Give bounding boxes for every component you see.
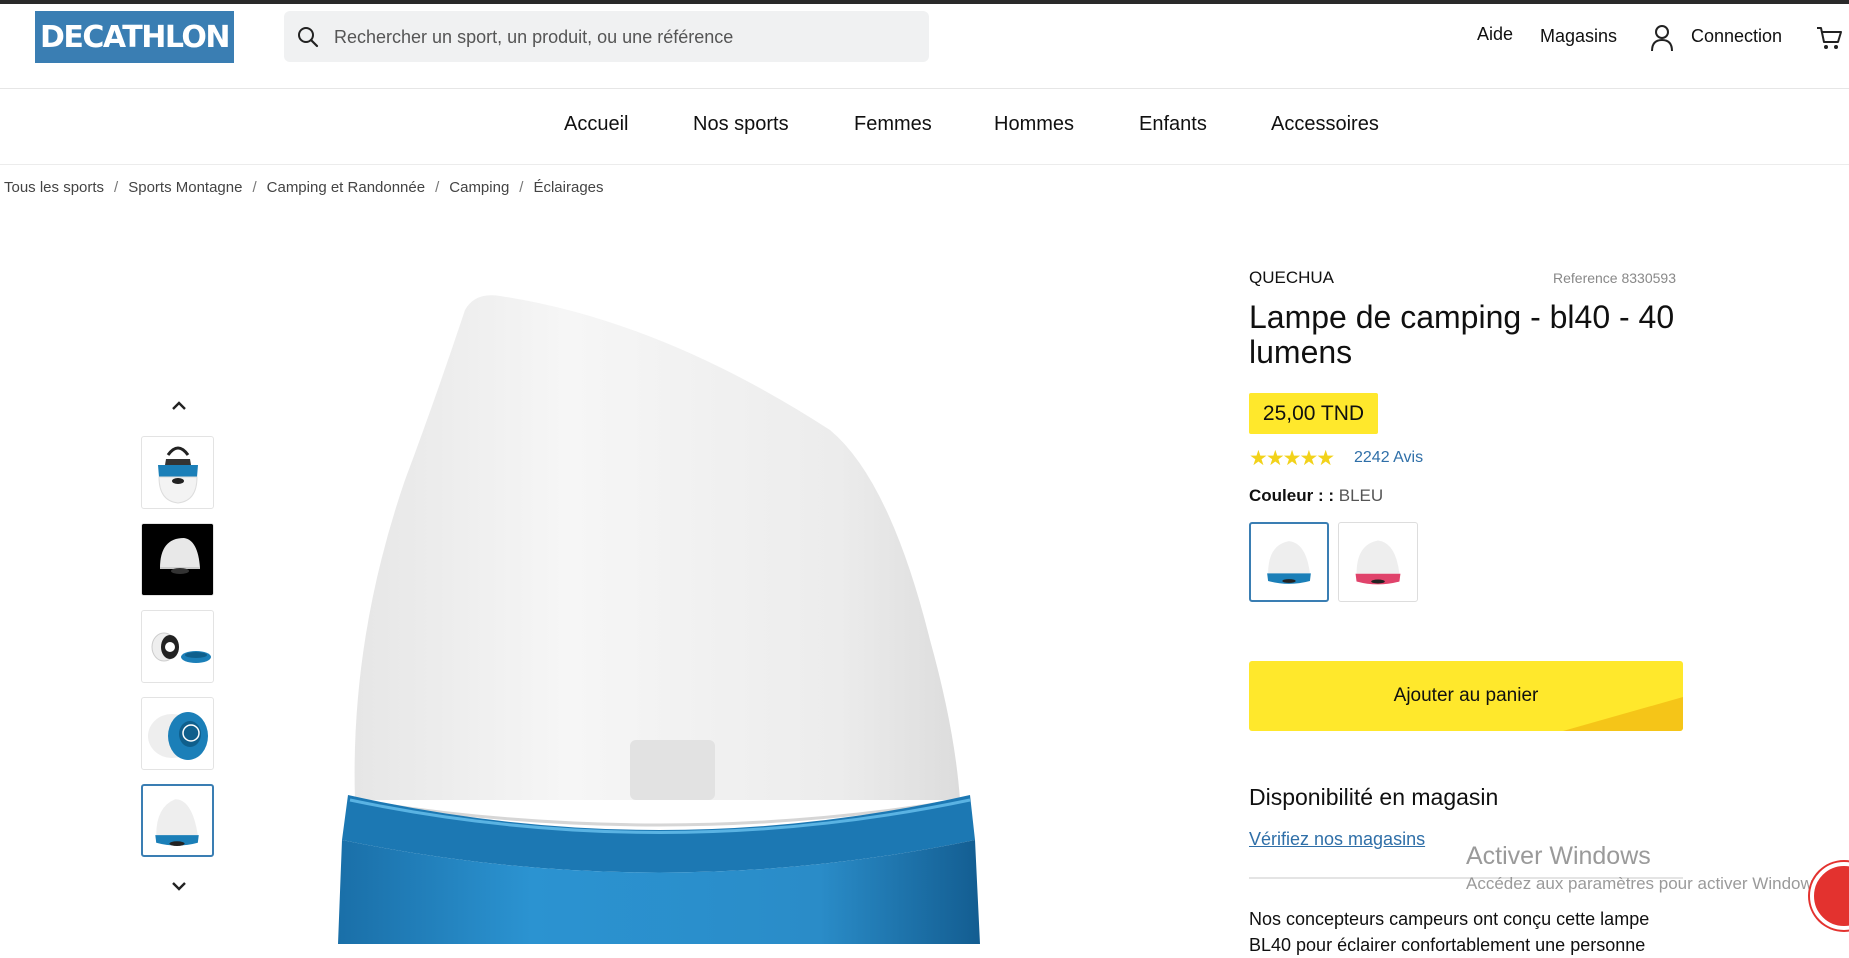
nav-item-femmes[interactable]: Femmes — [854, 113, 932, 136]
color-swatch-blue[interactable] — [1249, 522, 1329, 602]
breadcrumb-separator: / — [435, 179, 440, 196]
nav-item-accueil[interactable]: Accueil — [564, 113, 628, 136]
breadcrumb-item[interactable]: Camping et Randonnée — [267, 179, 425, 196]
search-input[interactable]: Rechercher un sport, un produit, ou une … — [334, 27, 733, 48]
check-stores-link[interactable]: Vérifiez nos magasins — [1249, 829, 1425, 850]
rating-stars: ★★★★★ — [1249, 447, 1335, 470]
breadcrumb-separator: / — [252, 179, 257, 196]
thumbnail-2[interactable] — [141, 523, 214, 596]
stores-link[interactable]: Magasins — [1540, 26, 1617, 47]
lamp-bottom-image — [148, 712, 208, 760]
search-icon — [298, 27, 319, 48]
user-icon[interactable] — [1650, 24, 1674, 52]
lamp-front-image — [155, 799, 199, 847]
button-decoration — [1563, 697, 1683, 731]
chat-bubble-icon[interactable] — [1810, 862, 1849, 930]
breadcrumb: Tous les sports / Sports Montagne / Camping … — [4, 179, 604, 196]
nav-item-nos-sports[interactable]: Nos sports — [693, 113, 789, 136]
lamp-parts-image — [151, 632, 211, 663]
lamp-blue-swatch-image — [1267, 541, 1311, 584]
help-link[interactable]: Aide — [1477, 24, 1513, 45]
main-nav: Accueil Nos sports Femmes Hommes Enfants… — [0, 89, 1849, 165]
breadcrumb-item[interactable]: Tous les sports — [4, 179, 104, 196]
breadcrumb-item[interactable]: Sports Montagne — [128, 179, 242, 196]
breadcrumb-separator: / — [114, 179, 119, 196]
product-description: Nos concepteurs campeurs ont conçu cette… — [1249, 909, 1650, 955]
windows-activation-subtitle: Accédez aux paramètres pour activer Wind… — [1466, 874, 1826, 893]
windows-activation-title: Activer Windows — [1466, 842, 1651, 870]
chevron-up-icon[interactable] — [169, 396, 189, 416]
search-bar[interactable]: Rechercher un sport, un produit, ou une … — [284, 11, 929, 62]
lamp-pink-swatch-image — [1355, 540, 1401, 585]
connection-link[interactable]: Connection — [1691, 26, 1782, 47]
breadcrumb-separator: / — [519, 179, 524, 196]
site-header: DECATHLON Rechercher un sport, un produi… — [0, 4, 1849, 89]
reviews-link[interactable]: 2242 Avis — [1354, 449, 1423, 467]
thumbnail-5[interactable] — [141, 784, 214, 857]
nav-item-enfants[interactable]: Enfants — [1139, 113, 1207, 136]
add-to-cart-label: Ajouter au panier — [1393, 685, 1539, 706]
decathlon-logo[interactable]: DECATHLON — [35, 11, 234, 63]
breadcrumb-item-current: Éclairages — [533, 179, 604, 196]
thumbnail-3[interactable] — [141, 610, 214, 683]
color-value: BLEU — [1338, 486, 1384, 505]
product-main-image[interactable] — [330, 280, 1030, 944]
color-swatch-pink[interactable] — [1338, 522, 1418, 602]
product-price: 25,00 TND — [1249, 393, 1378, 434]
lamp-lit-image — [142, 524, 213, 595]
thumbnail-1[interactable] — [141, 436, 214, 509]
product-title: Lampe de camping - bl40 - 40 lumens — [1249, 299, 1675, 370]
cart-icon[interactable] — [1815, 24, 1843, 52]
thumbnail-4[interactable] — [141, 697, 214, 770]
nav-item-accessoires[interactable]: Accessoires — [1271, 113, 1379, 136]
color-label-text: Couleur : : — [1249, 486, 1334, 505]
logo-text: DECATHLON — [39, 19, 231, 55]
nav-item-hommes[interactable]: Hommes — [994, 113, 1074, 136]
breadcrumb-item[interactable]: Camping — [449, 179, 509, 196]
add-to-cart-button[interactable]: Ajouter au panier — [1249, 661, 1683, 731]
product-reference: Reference 8330593 — [1553, 270, 1676, 286]
lamp-hanging-image — [158, 446, 198, 504]
color-label: Couleur : : BLEU — [1249, 486, 1383, 506]
availability-title: Disponibilité en magasin — [1249, 784, 1499, 810]
chevron-down-icon[interactable] — [169, 876, 189, 896]
product-brand[interactable]: QUECHUA — [1249, 268, 1334, 288]
